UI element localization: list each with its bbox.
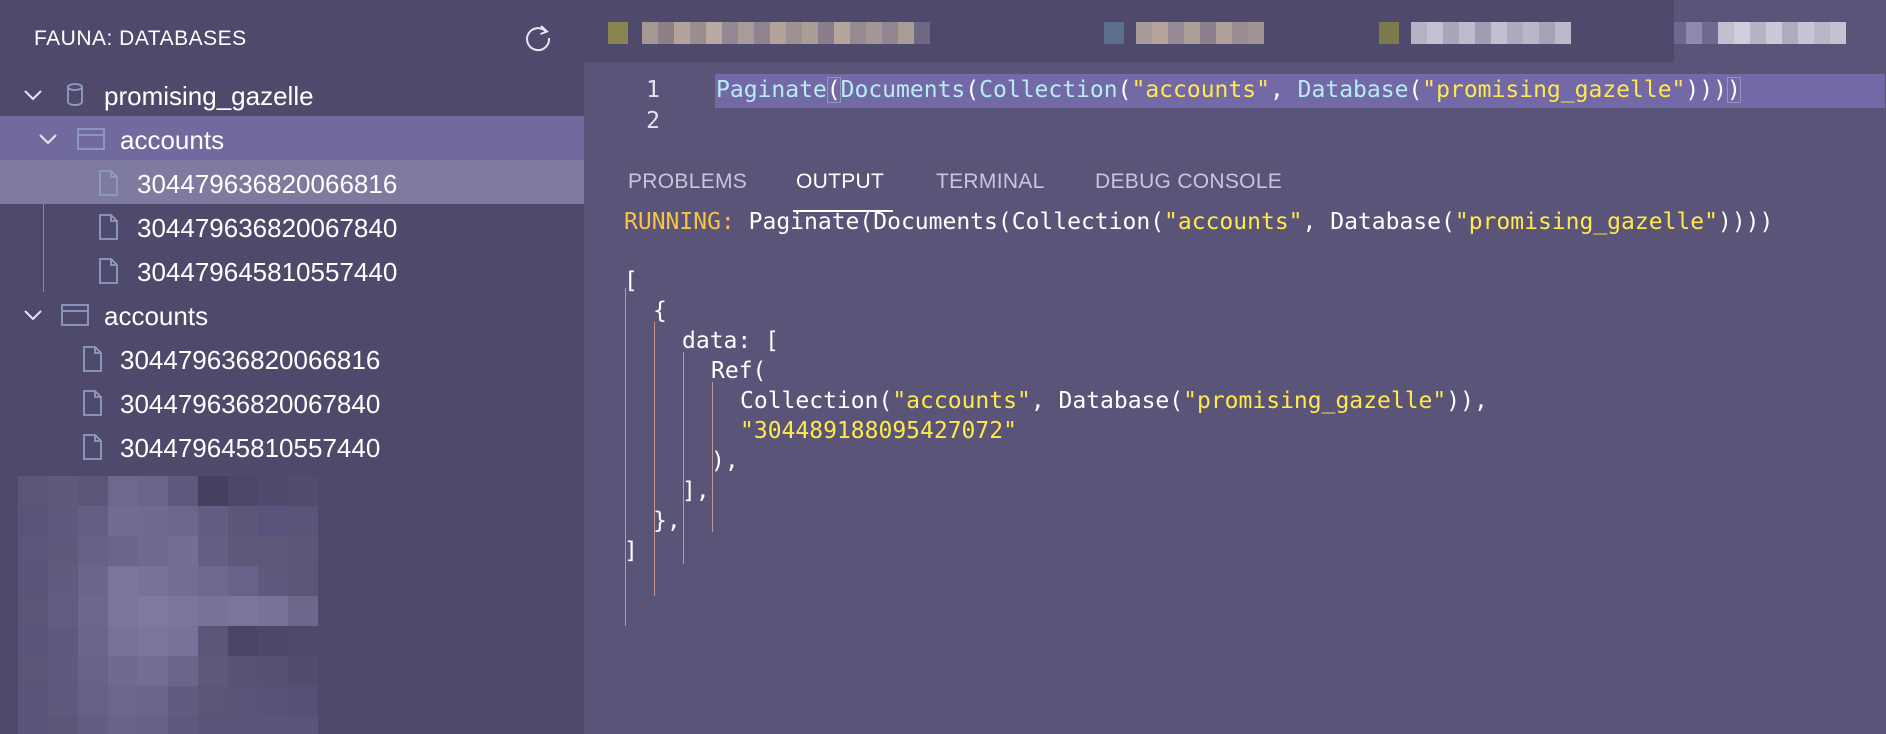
tree-item-collection[interactable]: accounts bbox=[0, 116, 584, 160]
code-token: "promising_gazelle" bbox=[1422, 77, 1686, 103]
tree-item-document[interactable]: 304479645810557440 bbox=[0, 248, 584, 292]
redacted-area bbox=[18, 476, 348, 734]
sidebar-title: FAUNA: DATABASES bbox=[34, 27, 247, 50]
output-token: Paginate(Documents(Collection( bbox=[734, 209, 1165, 235]
output-token: , Database( bbox=[1302, 209, 1455, 235]
explorer-sidebar: FAUNA: DATABASES promising_gazelle accou… bbox=[0, 0, 584, 734]
tree-item-label: accounts bbox=[104, 301, 209, 331]
redacted-tab-label bbox=[1674, 22, 1886, 44]
tree-item-document[interactable]: 304479645810557440 bbox=[0, 424, 584, 468]
indent-guide bbox=[654, 322, 655, 596]
code-line-1: Paginate(Documents(Collection("accounts"… bbox=[716, 77, 1741, 103]
tab-debug-console[interactable]: DEBUG CONSOLE bbox=[1095, 170, 1282, 194]
tree-item-label: promising_gazelle bbox=[104, 81, 314, 111]
tree-item-label: 304479636820067840 bbox=[137, 213, 398, 243]
code-token: Paginate bbox=[716, 77, 827, 103]
output-line: Ref( bbox=[711, 358, 767, 384]
document-icon bbox=[83, 390, 102, 416]
code-token: , bbox=[1269, 77, 1298, 103]
tree-item-database[interactable]: promising_gazelle bbox=[0, 72, 584, 116]
database-icon bbox=[67, 83, 83, 106]
redacted-tab-label bbox=[608, 22, 1028, 44]
output-line: "304489188095427072" bbox=[740, 418, 1017, 444]
code-token: ) bbox=[1726, 77, 1741, 103]
refresh-icon[interactable] bbox=[522, 22, 554, 54]
editor-tab-bar bbox=[584, 0, 1886, 62]
tree-item-document[interactable]: 304479636820066816 bbox=[0, 160, 584, 204]
tree-item-label: accounts bbox=[120, 125, 225, 155]
output-line: ] bbox=[624, 538, 638, 564]
output-token: "accounts" bbox=[892, 388, 1031, 414]
redacted-tab-label bbox=[1379, 22, 1609, 44]
code-token: ))) bbox=[1685, 77, 1727, 103]
indent-guide bbox=[625, 288, 626, 626]
code-token: "accounts" bbox=[1131, 77, 1270, 103]
output-token: , Database( bbox=[1030, 388, 1184, 414]
output-token: "promising_gazelle" bbox=[1183, 388, 1447, 414]
editor-tab-active[interactable] bbox=[1674, 0, 1886, 62]
running-label: RUNNING: bbox=[624, 209, 735, 235]
bottom-panel: PROBLEMS OUTPUT TERMINAL DEBUG CONSOLE R… bbox=[584, 146, 1886, 734]
chevron-down-icon bbox=[24, 90, 42, 101]
output-line: ], bbox=[682, 478, 710, 504]
editor-tab[interactable] bbox=[1104, 10, 1304, 62]
code-token: Documents bbox=[840, 77, 966, 103]
output-line: data: [ bbox=[682, 328, 779, 354]
output-token: Collection( bbox=[740, 388, 893, 414]
output-line: { bbox=[653, 298, 667, 324]
tree-item-label: 304479645810557440 bbox=[120, 433, 381, 463]
output-token: "promising_gazelle" bbox=[1454, 209, 1718, 235]
collection-icon bbox=[77, 128, 105, 150]
tree-item-label: 304479636820066816 bbox=[137, 169, 398, 199]
indent-guide bbox=[683, 352, 684, 564]
output-token: )))) bbox=[1717, 209, 1774, 235]
document-icon bbox=[99, 170, 118, 196]
sidebar-header: FAUNA: DATABASES bbox=[0, 0, 584, 76]
code-token: Database bbox=[1297, 77, 1409, 103]
tree-item-document[interactable]: 304479636820067840 bbox=[0, 380, 584, 424]
output-running-line: RUNNING: Paginate(Documents(Collection("… bbox=[624, 209, 1773, 235]
code-token: ( bbox=[826, 77, 841, 103]
collection-icon bbox=[61, 304, 89, 326]
tab-terminal[interactable]: TERMINAL bbox=[936, 170, 1045, 194]
editor-tab[interactable] bbox=[1379, 10, 1609, 62]
tab-output[interactable]: OUTPUT bbox=[796, 170, 884, 194]
document-icon bbox=[83, 346, 102, 372]
output-line: ), bbox=[711, 448, 739, 474]
tree-item-label: 304479636820067840 bbox=[120, 389, 381, 419]
document-icon bbox=[99, 214, 118, 240]
line-number: 1 bbox=[646, 77, 660, 103]
tree-item-document[interactable]: 304479636820067840 bbox=[0, 204, 584, 248]
tree-item-label: 304479636820066816 bbox=[120, 345, 381, 375]
code-editor[interactable]: 1 2 Paginate(Documents(Collection("accou… bbox=[584, 62, 1886, 146]
code-token: ( bbox=[1117, 77, 1132, 103]
editor-tab[interactable] bbox=[608, 10, 1028, 62]
tree-item-document[interactable]: 304479636820066816 bbox=[0, 336, 584, 380]
chevron-down-icon bbox=[24, 310, 42, 321]
document-icon bbox=[83, 434, 102, 460]
output-token: )), bbox=[1446, 388, 1488, 414]
redacted-tab-label bbox=[1104, 22, 1304, 44]
code-token: Collection bbox=[979, 77, 1118, 103]
output-line: Collection("accounts", Database("promisi… bbox=[740, 388, 1488, 414]
document-icon bbox=[99, 258, 118, 284]
tab-problems[interactable]: PROBLEMS bbox=[628, 170, 747, 194]
output-line: }, bbox=[653, 508, 681, 534]
chevron-down-icon bbox=[39, 134, 57, 145]
line-number: 2 bbox=[646, 108, 660, 134]
code-token: ( bbox=[965, 77, 980, 103]
code-token: ( bbox=[1408, 77, 1423, 103]
output-line: [ bbox=[624, 268, 638, 294]
tree-item-label: 304479645810557440 bbox=[137, 257, 398, 287]
output-token: "accounts" bbox=[1164, 209, 1303, 235]
tree-item-collection[interactable]: accounts bbox=[0, 292, 584, 336]
